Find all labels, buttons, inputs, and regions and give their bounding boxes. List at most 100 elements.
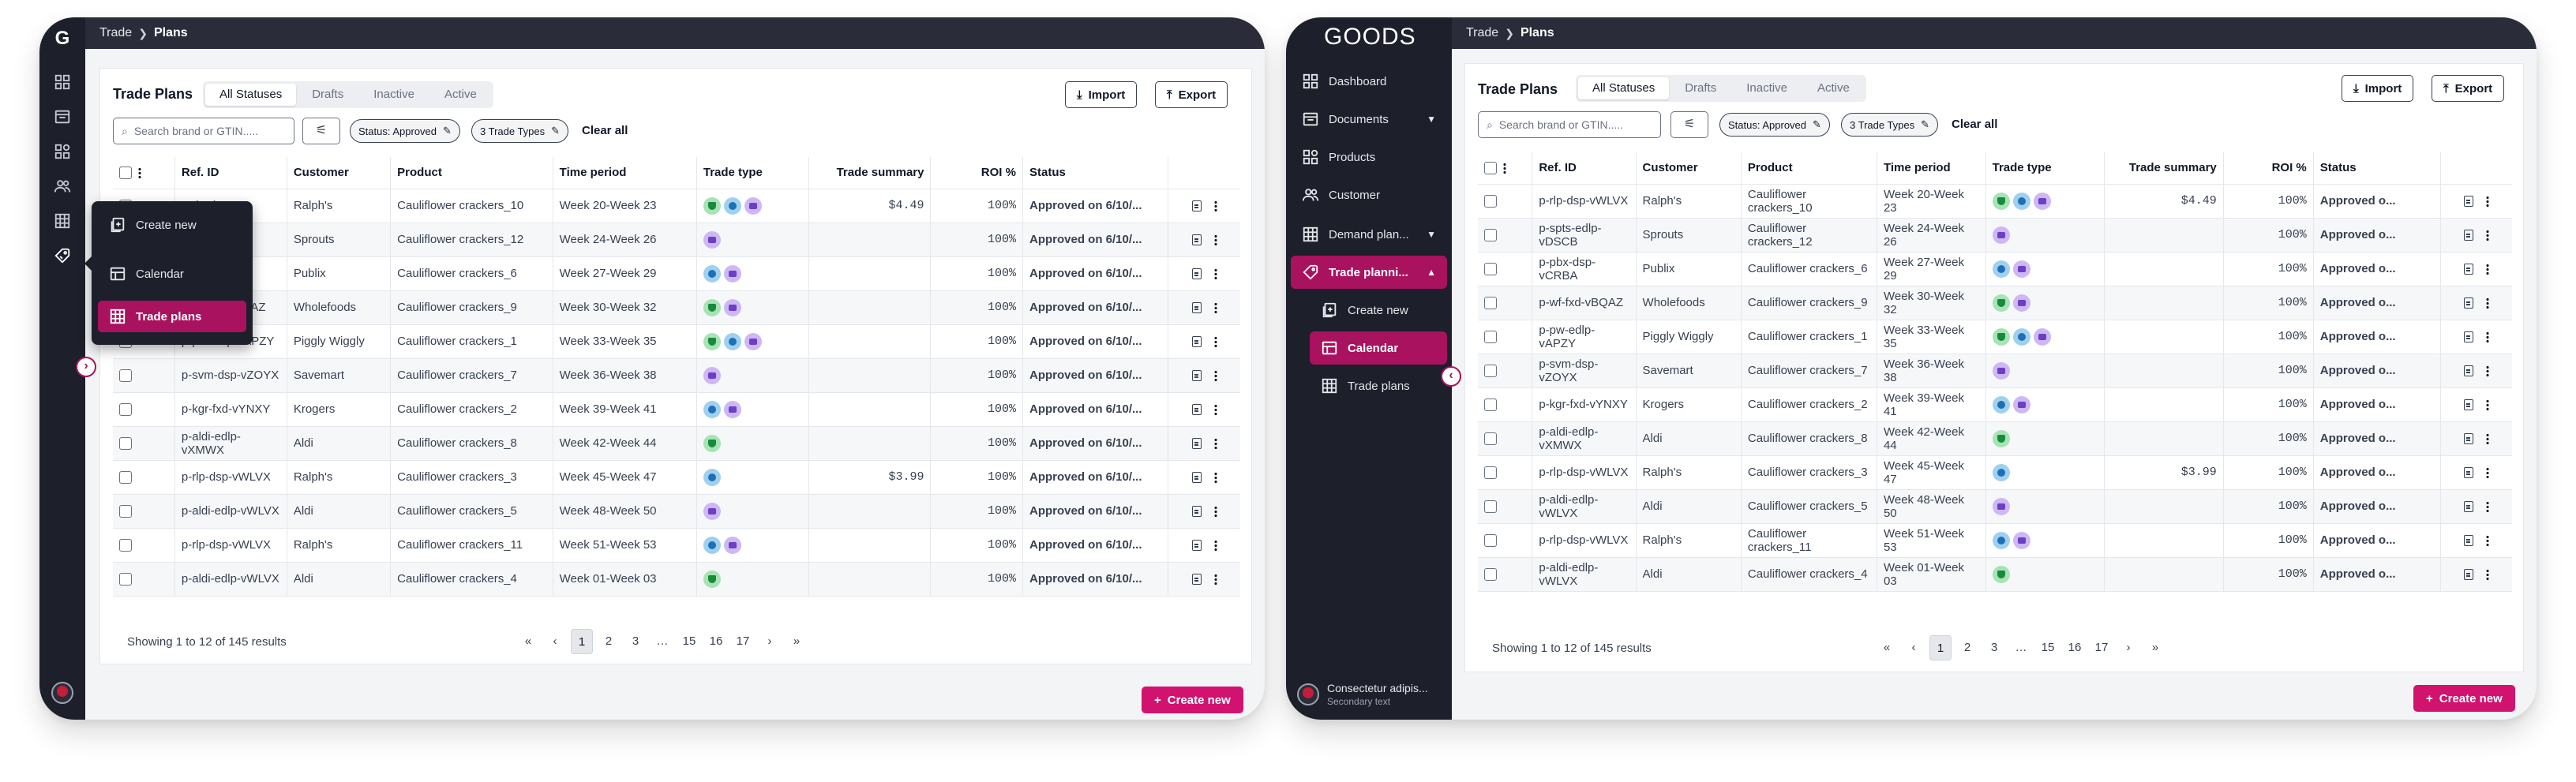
document-icon[interactable]	[1191, 200, 1202, 212]
page-link[interactable]: 1	[571, 629, 593, 654]
flyout-create-new[interactable]: Create new	[98, 209, 246, 241]
row-select[interactable]	[113, 460, 175, 495]
row-select[interactable]	[113, 426, 175, 461]
chip-status[interactable]: Status: Approved ✎	[350, 119, 460, 143]
user-avatar[interactable]	[51, 682, 73, 704]
document-icon[interactable]	[1191, 404, 1202, 416]
kebab-icon[interactable]	[1213, 200, 1217, 212]
row-checkbox[interactable]	[1484, 229, 1497, 242]
table-row[interactable]: Sprouts Cauliflower crackers_12 Week 24-We…	[113, 223, 1240, 257]
tab-inactive[interactable]: Inactive	[359, 84, 429, 106]
table-row[interactable]: p-pw-edlp-vAPZYPiggly WigglyCauliflower …	[1478, 320, 2512, 354]
expand-sidebar-button[interactable]: ›	[76, 357, 96, 377]
document-icon[interactable]	[2464, 365, 2474, 377]
export-button[interactable]: ⤒ Export	[1155, 81, 1228, 108]
kebab-icon[interactable]	[1213, 234, 1217, 246]
row-checkbox[interactable]	[119, 539, 132, 552]
customer-icon[interactable]	[50, 174, 75, 199]
row-select[interactable]	[1478, 354, 1533, 388]
row-select[interactable]	[1478, 320, 1533, 354]
chip-trade-types[interactable]: 3 Trade Types ✎	[1841, 113, 1939, 137]
document-icon[interactable]	[1191, 438, 1202, 450]
row-checkbox[interactable]	[1484, 365, 1497, 378]
table-row[interactable]: p-rlp-dsp-vWLVX Ralph's Cauliflower cracke…	[113, 528, 1240, 563]
kebab-icon[interactable]	[1213, 302, 1217, 314]
kebab-icon[interactable]	[2486, 230, 2490, 241]
table-row[interactable]: p-aldi-edlp-vWLVX Aldi Cauliflower cracker…	[1478, 557, 2512, 592]
sidebar-subitem-calendar[interactable]: Calendar	[1310, 331, 1447, 365]
row-checkbox[interactable]	[119, 369, 132, 383]
filter-button[interactable]: ⚟	[1670, 111, 1708, 138]
page-link[interactable]: 1	[1929, 635, 1952, 660]
document-icon[interactable]	[2464, 399, 2474, 411]
tab-inactive[interactable]: Inactive	[1732, 77, 1802, 99]
pencil-icon[interactable]: ✎	[1813, 118, 1821, 131]
column-header[interactable]: Time period	[1877, 152, 1986, 185]
table-row[interactable]: p-svm-dsp-vZOYX Savemart Cauliflower crack…	[113, 358, 1240, 393]
document-icon[interactable]	[1191, 574, 1202, 586]
page-link[interactable]: ›	[759, 629, 781, 654]
table-row[interactable]: p-spts-edlp-vDSCB Sprouts Cauliflower crac…	[1478, 218, 2512, 253]
row-checkbox[interactable]	[119, 471, 132, 485]
column-header[interactable]: Trade type	[1985, 152, 2105, 185]
document-icon[interactable]	[1191, 234, 1202, 246]
column-header[interactable]: ROI %	[930, 157, 1023, 189]
table-row[interactable]: p-aldi-edlp-vXMWX Aldi Cauliflower cracker…	[113, 426, 1240, 461]
table-row[interactable]: p-pbx-dsp-vCRBA Publix Cauliflower cracker…	[1478, 252, 2512, 286]
table-row[interactable]: p-aldi-edlp-vWLVX Aldi Cauliflower cracker…	[113, 494, 1240, 529]
kebab-icon[interactable]	[2486, 467, 2490, 479]
row-select[interactable]	[113, 358, 175, 393]
table-row[interactable]: p-aldi-edlp-vXMWX Aldi Cauliflower cracker…	[1478, 421, 2512, 456]
page-link[interactable]: 15	[2037, 635, 2059, 660]
kebab-icon[interactable]	[2486, 535, 2490, 547]
filter-button[interactable]: ⚟	[302, 118, 340, 144]
column-header[interactable]: Status	[1022, 157, 1169, 189]
document-icon[interactable]	[2464, 264, 2474, 275]
kebab-icon[interactable]	[1213, 336, 1217, 348]
row-checkbox[interactable]	[1484, 331, 1497, 344]
table-row[interactable]: p-rlp-dsp-vWLVX Ralph's Cauliflower cracke…	[1478, 455, 2512, 490]
kebab-icon[interactable]	[1503, 163, 1506, 174]
row-checkbox[interactable]	[1484, 432, 1497, 446]
document-icon[interactable]	[1191, 302, 1202, 314]
row-select[interactable]	[1478, 252, 1533, 286]
row-checkbox[interactable]	[119, 403, 132, 417]
sidebar-item-products[interactable]: Products	[1291, 140, 1447, 174]
table-row[interactable]: p-svm-dsp-vZOYX Savemart Cauliflower crack…	[1478, 354, 2512, 388]
clear-all-link[interactable]: Clear all	[1952, 118, 1997, 131]
column-header[interactable]: Customer	[1636, 152, 1742, 185]
page-link[interactable]: 16	[705, 629, 727, 654]
document-icon[interactable]	[2464, 433, 2474, 445]
page-link[interactable]: ›	[2117, 635, 2139, 660]
page-link[interactable]: »	[786, 629, 808, 654]
row-checkbox[interactable]	[119, 505, 132, 518]
row-select[interactable]	[113, 562, 175, 597]
kebab-icon[interactable]	[1213, 268, 1217, 280]
page-link[interactable]: «	[1876, 635, 1898, 660]
table-row[interactable]: p-wf-fxd-vBQAZWholefoodsCauliflower crac…	[1478, 286, 2512, 320]
column-header[interactable]: Ref. ID	[1532, 152, 1637, 185]
row-checkbox[interactable]	[1484, 297, 1497, 310]
tab-drafts[interactable]: Drafts	[1670, 77, 1730, 99]
kebab-icon[interactable]	[1213, 506, 1217, 518]
page-link[interactable]: 16	[2064, 635, 2086, 660]
document-icon[interactable]	[1191, 506, 1202, 518]
kebab-icon[interactable]	[1213, 438, 1217, 450]
page-link[interactable]: 17	[2090, 635, 2113, 660]
kebab-icon[interactable]	[1213, 404, 1217, 416]
import-button[interactable]: ⤓ Import	[1065, 81, 1138, 108]
page-link[interactable]: 15	[678, 629, 700, 654]
select-all-checkbox[interactable]	[119, 167, 132, 180]
page-link[interactable]: ‹	[544, 629, 566, 654]
page-link[interactable]: 3	[624, 629, 647, 654]
row-checkbox[interactable]	[1484, 263, 1497, 276]
header-select[interactable]	[1478, 152, 1533, 185]
table-row[interactable]: p-pw-edlp-vAPZYPiggly WigglyCauliflower …	[113, 324, 1240, 359]
table-row[interactable]: p-rlp-dsp-Ralph'sCauliflower crackers_10…	[113, 189, 1240, 223]
row-checkbox[interactable]	[1484, 466, 1497, 480]
page-link[interactable]: 2	[1956, 635, 1978, 660]
import-button[interactable]: ⤓ Import	[2342, 75, 2414, 102]
pencil-icon[interactable]: ✎	[551, 125, 560, 137]
document-icon[interactable]	[1191, 370, 1202, 382]
document-icon[interactable]	[2464, 331, 2474, 343]
